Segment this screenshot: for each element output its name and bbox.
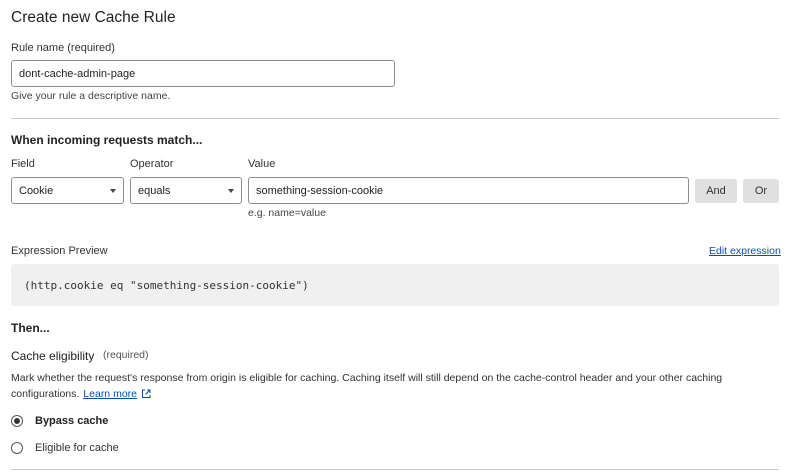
radio-dot [14, 418, 20, 424]
radio-selected-icon[interactable] [11, 415, 23, 427]
value-input-value: something-session-cookie [256, 184, 384, 197]
page-title: Create new Cache Rule [11, 9, 176, 26]
operator-label: Operator [130, 158, 174, 170]
required-tag: (required) [103, 349, 149, 361]
rule-name-value: dont-cache-admin-page [19, 67, 136, 80]
then-heading: Then... [11, 321, 50, 335]
rule-name-help: Give your rule a descriptive name. [11, 90, 171, 102]
divider [11, 469, 779, 470]
rule-name-label: Rule name (required) [11, 42, 115, 54]
expression-preview: (http.cookie eq "something-session-cooki… [11, 264, 779, 306]
external-link-icon [142, 389, 151, 398]
chevron-down-icon [110, 188, 116, 193]
value-hint: e.g. name=value [248, 207, 326, 219]
field-select-value: Cookie [19, 184, 54, 197]
description-tail: configurations. [11, 388, 80, 400]
edit-expression-link[interactable]: Edit expression [709, 245, 781, 257]
bypass-cache-label: Bypass cache [35, 415, 109, 427]
operator-select-value: equals [138, 184, 171, 197]
radio-unselected-icon[interactable] [11, 442, 23, 454]
value-label: Value [248, 158, 276, 170]
cache-eligibility-label: Cache eligibility [11, 349, 95, 363]
learn-more-link[interactable]: Learn more [83, 388, 137, 400]
eligibility-description-line2: configurations. Learn more [11, 388, 151, 400]
expression-preview-text: (http.cookie eq "something-session-cooki… [24, 278, 309, 292]
radio-option-bypass[interactable]: Bypass cache [11, 415, 108, 427]
radio-option-eligible[interactable]: Eligible for cache [11, 442, 119, 454]
field-select[interactable]: Cookie [11, 177, 124, 204]
match-heading: When incoming requests match... [11, 133, 203, 147]
value-input[interactable]: something-session-cookie [248, 177, 689, 204]
expression-preview-label: Expression Preview [11, 245, 108, 257]
and-button[interactable]: And [695, 179, 737, 203]
or-button[interactable]: Or [743, 179, 779, 203]
operator-select[interactable]: equals [130, 177, 242, 204]
eligibility-description-line1: Mark whether the request's response from… [11, 372, 723, 384]
field-label: Field [11, 158, 35, 170]
chevron-down-icon [228, 188, 234, 193]
rule-name-input[interactable]: dont-cache-admin-page [11, 60, 395, 87]
eligible-for-cache-label: Eligible for cache [35, 442, 119, 454]
divider [11, 118, 779, 119]
